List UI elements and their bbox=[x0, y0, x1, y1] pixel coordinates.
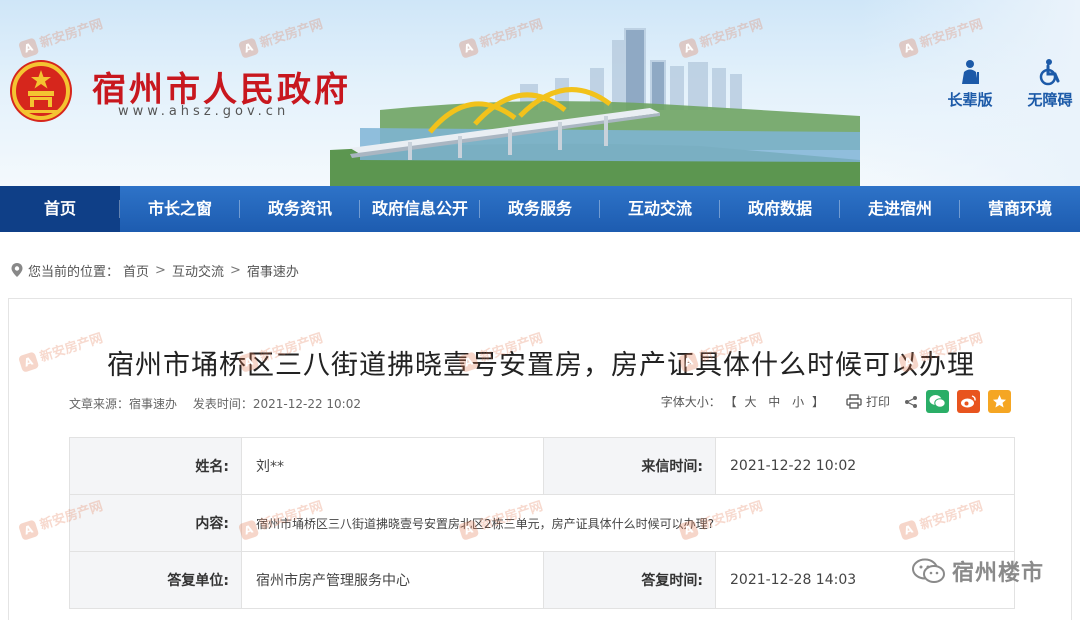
name-value: 刘** bbox=[241, 437, 544, 495]
table-row: 姓名: 刘** 来信时间: 2021-12-22 10:02 bbox=[69, 437, 1015, 495]
font-size-small[interactable]: 小 bbox=[792, 395, 804, 409]
article-source: 文章来源：宿事速办 bbox=[69, 397, 178, 411]
article-time: 发表时间：2021-12-22 10:02 bbox=[192, 397, 361, 411]
nav-item-interaction[interactable]: 互动交流 bbox=[600, 186, 720, 232]
national-emblem-icon bbox=[10, 60, 72, 122]
reply-time-label: 答复时间: bbox=[543, 551, 716, 609]
reply-unit-value: 宿州市房产管理服务中心 bbox=[241, 551, 544, 609]
wechat-account-name: 宿州楼市 bbox=[951, 561, 1044, 586]
breadcrumb: 您当前的位置： 首页 > 互动交流 > 宿事速办 bbox=[10, 260, 299, 280]
location-pin-icon bbox=[11, 263, 23, 277]
nav-item-info-disclosure[interactable]: 政府信息公开 bbox=[360, 186, 480, 232]
font-size-bracket: 【 bbox=[724, 395, 737, 409]
accessibility-icon bbox=[1039, 59, 1060, 86]
letter-time-label: 来信时间: bbox=[543, 437, 716, 495]
name-label: 姓名: bbox=[69, 437, 242, 495]
breadcrumb-separator: > bbox=[155, 262, 166, 278]
content-label: 内容: bbox=[69, 494, 242, 552]
accessibility-button[interactable]: 无障碍 bbox=[1015, 58, 1080, 110]
nav-item-mayor-window[interactable]: 市长之窗 bbox=[120, 186, 240, 232]
accessibility-label: 无障碍 bbox=[1027, 91, 1073, 109]
share-icon[interactable] bbox=[904, 395, 918, 409]
favorite-button[interactable] bbox=[988, 390, 1011, 413]
elder-mode-icon bbox=[962, 60, 979, 84]
breadcrumb-prefix: 您当前的位置： bbox=[28, 264, 120, 280]
breadcrumb-current-link[interactable]: 宿事速办 bbox=[247, 261, 299, 280]
weibo-icon bbox=[961, 395, 976, 408]
print-label: 打印 bbox=[865, 395, 890, 409]
font-size-medium[interactable]: 中 bbox=[768, 395, 780, 409]
nav-item-gov-services[interactable]: 政务服务 bbox=[480, 186, 600, 232]
font-size-large[interactable]: 大 bbox=[744, 395, 756, 409]
nav-item-home[interactable]: 首页 bbox=[0, 186, 120, 232]
share-weibo-button[interactable] bbox=[957, 390, 980, 413]
reply-unit-label: 答复单位: bbox=[69, 551, 242, 609]
table-row: 答复单位: 宿州市房产管理服务中心 答复时间: 2021-12-28 14:03 bbox=[69, 551, 1015, 609]
wechat-icon bbox=[929, 395, 946, 408]
article-title: 宿州市埇桥区三八街道拂晓壹号安置房，房产证具体什么时候可以办理 bbox=[107, 350, 975, 381]
wechat-logo-icon bbox=[911, 558, 945, 583]
nav-item-business-env[interactable]: 营商环境 bbox=[960, 186, 1080, 232]
site-url: www.ahsz.gov.cn bbox=[118, 104, 290, 119]
site-header: 宿州市人民政府 www.ahsz.gov.cn 长辈版 无障碍 A 新安房产网 A… bbox=[0, 0, 1080, 186]
font-size-control: 字体大小： 【 大 中 小 】 bbox=[661, 393, 824, 410]
breadcrumb-home-link[interactable]: 首页 bbox=[123, 261, 149, 280]
breadcrumb-separator: > bbox=[229, 262, 241, 278]
font-size-bracket: 】 bbox=[811, 395, 824, 409]
printer-icon bbox=[846, 394, 862, 409]
wechat-account-watermark: 宿州楼市 bbox=[911, 555, 1044, 587]
letter-info-table: 姓名: 刘** 来信时间: 2021-12-22 10:02 内容: 宿州市埇桥… bbox=[69, 437, 1015, 609]
nav-item-about-suzhou[interactable]: 走进宿州 bbox=[840, 186, 960, 232]
table-row: 内容: 宿州市埇桥区三八街道拂晓壹号安置房北区2栋三单元，房产证具体什么时候可以… bbox=[69, 494, 1015, 552]
share-wechat-button[interactable] bbox=[926, 390, 949, 413]
font-size-label: 字体大小： bbox=[660, 395, 721, 409]
print-button[interactable]: 打印 bbox=[846, 393, 890, 410]
nav-item-gov-data[interactable]: 政府数据 bbox=[720, 186, 840, 232]
breadcrumb-interaction-link[interactable]: 互动交流 bbox=[172, 261, 224, 280]
article-tools: 字体大小： 【 大 中 小 】 打印 bbox=[661, 390, 1011, 413]
star-icon bbox=[993, 395, 1006, 408]
nav-item-gov-news[interactable]: 政务资讯 bbox=[240, 186, 360, 232]
article-meta: 文章来源：宿事速办 发表时间：2021-12-22 10:02 bbox=[69, 395, 373, 412]
elder-mode-label: 长辈版 bbox=[947, 91, 993, 109]
elder-mode-button[interactable]: 长辈版 bbox=[935, 58, 1005, 110]
main-nav: 首页 市长之窗 政务资讯 政府信息公开 政务服务 互动交流 政府数据 走进宿州 … bbox=[0, 186, 1080, 232]
content-value: 宿州市埇桥区三八街道拂晓壹号安置房北区2栋三单元，房产证具体什么时候可以办理? bbox=[241, 494, 1015, 552]
letter-time-value: 2021-12-22 10:02 bbox=[715, 437, 1015, 495]
